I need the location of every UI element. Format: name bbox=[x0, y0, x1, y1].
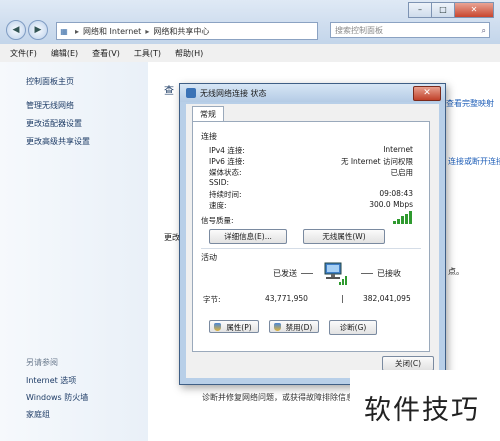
menu-file[interactable]: 文件(F) bbox=[10, 48, 37, 59]
signal-bar bbox=[393, 221, 396, 224]
network-adapter-icon bbox=[186, 88, 196, 98]
signal-bar bbox=[405, 213, 408, 224]
menu-view[interactable]: 查看(V) bbox=[92, 48, 120, 59]
ipv6-label: IPv6 连接: bbox=[209, 157, 245, 166]
ipv4-label: IPv4 连接: bbox=[209, 146, 245, 155]
sidebar: 控制面板主页 管理无线网络 更改适配器设置 更改高级共享设置 另请参阅 Inte… bbox=[0, 62, 148, 441]
properties-button-label: 属性(P) bbox=[226, 323, 252, 332]
see-also-heading: 另请参阅 bbox=[26, 358, 58, 367]
details-button[interactable]: 详细信息(E)... bbox=[209, 229, 287, 244]
sidebar-windows-firewall[interactable]: Windows 防火墙 bbox=[26, 392, 88, 403]
signal-bar bbox=[409, 211, 412, 224]
signal-strength-icon bbox=[393, 210, 415, 224]
watermark-overlay: 软件技巧 bbox=[350, 370, 500, 441]
wireless-properties-button[interactable]: 无线属性(W) bbox=[303, 229, 385, 244]
page-heading: 查 bbox=[164, 86, 174, 97]
media-state-label: 媒体状态: bbox=[209, 168, 242, 177]
breadcrumb-separator-icon: ▸ bbox=[75, 26, 80, 36]
window-controls: – □ ✕ bbox=[408, 2, 494, 18]
watermark-text: 软件技巧 bbox=[364, 395, 480, 426]
menu-help[interactable]: 帮助(H) bbox=[175, 48, 203, 59]
bytes-received-value: 382,041,095 bbox=[363, 294, 411, 303]
forward-arrow-icon[interactable]: ▶ bbox=[28, 20, 48, 40]
diagnose-button[interactable]: 诊断(G) bbox=[329, 320, 377, 335]
control-panel-icon: ▦ bbox=[60, 26, 68, 36]
breadcrumb-network-center[interactable]: 网络和共享中心 bbox=[153, 26, 209, 37]
menu-tools[interactable]: 工具(T) bbox=[134, 48, 161, 59]
duration-label: 持续时间: bbox=[209, 190, 242, 199]
breadcrumb-separator-icon: ▸ bbox=[145, 26, 150, 36]
disable-button[interactable]: 禁用(D) bbox=[269, 320, 319, 333]
back-arrow-icon[interactable]: ◀ bbox=[6, 20, 26, 40]
uac-shield-icon bbox=[214, 323, 221, 331]
sidebar-manage-wireless[interactable]: 管理无线网络 bbox=[26, 100, 74, 111]
sidebar-internet-options[interactable]: Internet 选项 bbox=[26, 375, 76, 386]
connection-group-label: 连接 bbox=[201, 132, 217, 141]
close-dialog-button[interactable]: 关闭(C) bbox=[382, 356, 434, 371]
close-window-button[interactable]: ✕ bbox=[454, 2, 494, 18]
divider bbox=[361, 273, 373, 274]
search-input[interactable]: 搜索控制面板 ⌕ bbox=[330, 22, 490, 38]
properties-button[interactable]: 属性(P) bbox=[209, 320, 259, 333]
breadcrumb-network-internet[interactable]: 网络和 Internet bbox=[83, 26, 141, 37]
speed-label: 速度: bbox=[209, 201, 227, 210]
ssid-label: SSID: bbox=[209, 178, 230, 187]
search-icon[interactable]: ⌕ bbox=[482, 23, 486, 39]
sidebar-adapter-settings[interactable]: 更改适配器设置 bbox=[26, 118, 82, 129]
media-state-value: 已启用 bbox=[390, 168, 414, 177]
network-activity-icon bbox=[324, 262, 347, 285]
received-label: 已接收 bbox=[377, 269, 401, 278]
ipv6-value: 无 Internet 访问权限 bbox=[340, 157, 413, 166]
menu-edit[interactable]: 编辑(E) bbox=[51, 48, 78, 59]
view-full-map-link[interactable]: 查看完整映射 bbox=[446, 98, 494, 109]
sidebar-homegroup[interactable]: 家庭组 bbox=[26, 409, 50, 420]
dialog-body: 常规 连接 IPv4 连接: Internet IPv6 连接: 无 Inter… bbox=[186, 104, 439, 378]
duration-value: 09:08:43 bbox=[379, 189, 413, 198]
sidebar-home-link[interactable]: 控制面板主页 bbox=[26, 76, 74, 87]
connect-disconnect-link[interactable]: 连接或断开连接 bbox=[448, 156, 500, 167]
divider bbox=[201, 248, 421, 249]
minimize-button[interactable]: – bbox=[408, 2, 432, 18]
wireless-status-dialog: 无线网络连接 状态 ✕ 常规 连接 IPv4 连接: Internet IPv6… bbox=[179, 83, 446, 385]
ipv4-value: Internet bbox=[383, 145, 413, 154]
dialog-titlebar: 无线网络连接 状态 ✕ bbox=[180, 84, 445, 102]
change-settings-heading: 更改 bbox=[164, 233, 180, 242]
sent-label: 已发送 bbox=[273, 269, 297, 278]
activity-group-label: 活动 bbox=[201, 253, 217, 262]
speed-value: 300.0 Mbps bbox=[369, 200, 413, 209]
dialog-close-icon[interactable]: ✕ bbox=[413, 86, 441, 101]
search-placeholder: 搜索控制面板 bbox=[335, 26, 383, 35]
address-bar[interactable]: ▦ ▸ 网络和 Internet ▸ 网络和共享中心 bbox=[56, 22, 318, 40]
content-text-fragment: 点。 bbox=[448, 267, 464, 276]
dialog-title: 无线网络连接 状态 bbox=[200, 89, 267, 98]
signal-bar bbox=[401, 216, 404, 224]
uac-shield-icon bbox=[274, 323, 281, 331]
signal-bar bbox=[397, 218, 400, 224]
menu-bar: 文件(F) 编辑(E) 查看(V) 工具(T) 帮助(H) bbox=[0, 44, 500, 63]
bytes-sent-value: 43,771,950 bbox=[265, 294, 308, 303]
tab-general[interactable]: 常规 bbox=[192, 106, 224, 122]
signal-quality-label: 信号质量: bbox=[201, 216, 234, 225]
divider bbox=[301, 273, 313, 274]
general-panel: 连接 IPv4 连接: Internet IPv6 连接: 无 Internet… bbox=[192, 121, 430, 352]
bytes-label: 字节: bbox=[203, 295, 221, 304]
maximize-button[interactable]: □ bbox=[431, 2, 455, 18]
sidebar-advanced-sharing[interactable]: 更改高级共享设置 bbox=[26, 136, 90, 147]
nav-buttons: ◀ ▶ bbox=[6, 20, 50, 40]
divider: | bbox=[341, 294, 344, 303]
troubleshoot-text[interactable]: 诊断并修复网络问题，或获得故障排除信息。 bbox=[202, 392, 362, 403]
disable-button-label: 禁用(D) bbox=[285, 323, 313, 332]
